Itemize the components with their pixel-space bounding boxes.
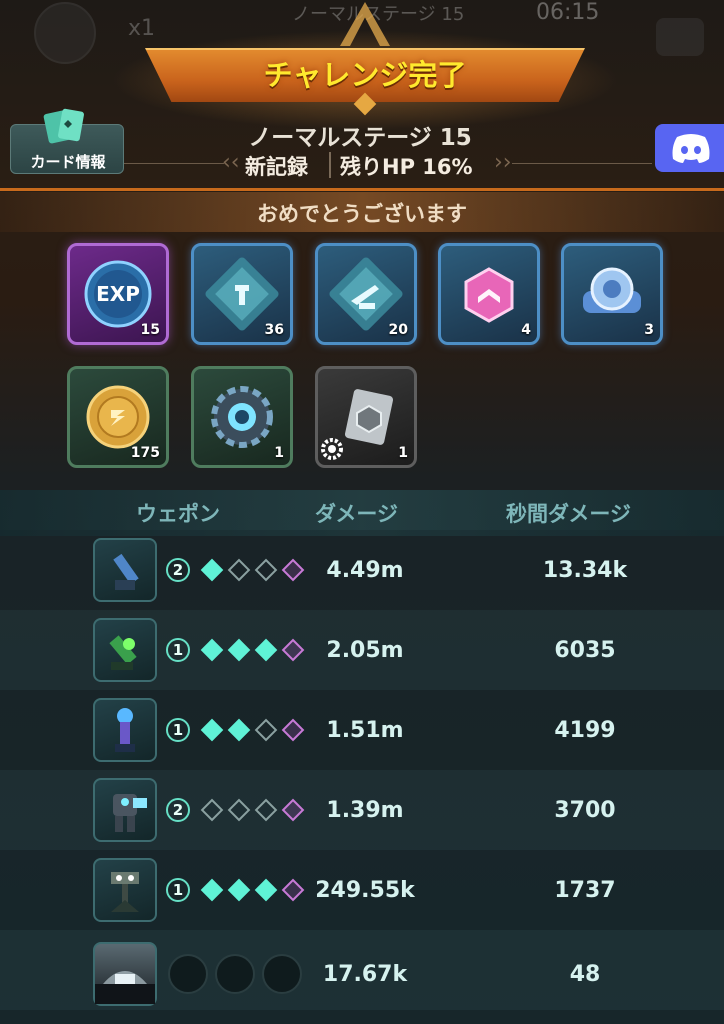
- header-dps: 秒間ダメージ: [506, 502, 631, 526]
- reward-count: 4: [521, 322, 531, 338]
- reward-scroll-core[interactable]: 3: [561, 243, 663, 345]
- hud-stage-label: ノーマルステージ 15: [292, 4, 465, 25]
- pink-chip-icon: [464, 267, 514, 323]
- reward-count: 1: [274, 445, 284, 461]
- gear-badge-icon: [321, 438, 343, 460]
- header-damage: ダメージ: [315, 502, 398, 526]
- dps-value: 13.34k: [542, 558, 628, 583]
- reward-count: 15: [140, 322, 160, 338]
- table-row[interactable]: 17.67k 48: [0, 930, 724, 1010]
- star-gem-icon: [227, 798, 251, 822]
- pause-button: [34, 2, 96, 64]
- header-weapon: ウェポン: [136, 502, 220, 526]
- reward-metal-plate[interactable]: 1: [315, 366, 417, 468]
- damage-value: 1.51m: [326, 718, 404, 743]
- separator: [329, 152, 331, 178]
- empty-slot: [168, 954, 208, 994]
- star-gem-icon: [254, 638, 278, 662]
- star-gem-icon: [200, 878, 224, 902]
- reward-gear-core[interactable]: 1: [191, 366, 293, 468]
- star-gem-icon: [227, 558, 251, 582]
- reward-count: 3: [644, 322, 654, 338]
- star-gem-icon: [227, 878, 251, 902]
- chevron-left-icon: ‹‹: [222, 150, 240, 175]
- weapon-tower-icon: [93, 858, 157, 922]
- cards-icon: [43, 108, 84, 144]
- weapon-laser-icon: [93, 618, 157, 682]
- damage-value: 1.39m: [326, 798, 404, 823]
- reward-blueprint-module[interactable]: 36: [191, 243, 293, 345]
- dps-value: 4199: [554, 718, 616, 743]
- dps-value: 6035: [554, 638, 616, 663]
- empty-slot: [262, 954, 302, 994]
- card-info-label: カード情報: [30, 153, 106, 171]
- damage-value: 2.05m: [326, 638, 404, 663]
- star-gem-icon: [200, 558, 224, 582]
- reward-count: 1: [398, 445, 408, 461]
- blueprint-turret-icon: [329, 257, 403, 331]
- gold-coin-icon: [86, 385, 150, 449]
- weapon-cannon-icon: [93, 538, 157, 602]
- exp-orb-icon: EXP: [84, 260, 152, 328]
- results-screen: x1 ノーマルステージ 15 06:15 チャレンジ完了 カード情報 ノーマルス…: [0, 0, 724, 1024]
- discord-icon: [672, 134, 710, 163]
- star-gem-icon: [227, 718, 251, 742]
- exp-label: EXP: [96, 282, 140, 306]
- stage-name: ノーマルステージ 15: [248, 125, 472, 151]
- table-row[interactable]: 1 2.05m 6035: [0, 610, 724, 690]
- hp-remaining: 残りHP 16%: [340, 155, 473, 179]
- page-title: チャレンジ完了: [263, 58, 467, 92]
- reward-count: 20: [388, 322, 408, 338]
- weapon-level: 1: [166, 638, 190, 662]
- weapon-mech-icon: [93, 778, 157, 842]
- reward-count: 36: [264, 322, 284, 338]
- reward-blueprint-turret[interactable]: 20: [315, 243, 417, 345]
- gear-core-icon: [211, 386, 273, 448]
- table-row[interactable]: 2 1.39m 3700: [0, 770, 724, 850]
- blueprint-module-icon: [205, 257, 279, 331]
- table-row[interactable]: 1 249.55k 1737: [0, 850, 724, 930]
- star-gem-icon: [200, 638, 224, 662]
- reward-gold-coin[interactable]: 175: [67, 366, 169, 468]
- weapon-level: 1: [166, 718, 190, 742]
- star-gem-icon: [227, 638, 251, 662]
- weapon-tesla-icon: [93, 698, 157, 762]
- scroll-core-icon: [583, 267, 641, 313]
- hud-card-icon: [656, 18, 704, 56]
- congrats-text: おめでとうございます: [257, 202, 467, 226]
- table-row[interactable]: 2 4.49m 13.34k: [0, 530, 724, 610]
- hud-timer: 06:15: [536, 0, 600, 25]
- star-gem-icon: [254, 798, 278, 822]
- star-gem-icon: [200, 718, 224, 742]
- dps-value: 48: [569, 962, 601, 987]
- weapon-level: 1: [166, 878, 190, 902]
- chevron-right-icon: ››: [494, 150, 512, 175]
- base-dome-icon: [93, 942, 157, 1006]
- damage-value: 4.49m: [326, 558, 404, 583]
- discord-button[interactable]: [655, 124, 724, 172]
- star-gem-icon: [254, 878, 278, 902]
- damage-value: 249.55k: [315, 878, 415, 903]
- orange-divider: [0, 188, 724, 191]
- divider-right: [512, 163, 652, 164]
- weapon-level: 2: [166, 558, 190, 582]
- table-row[interactable]: 1 1.51m 4199: [0, 690, 724, 770]
- divider-left: [124, 163, 224, 164]
- dps-value: 1737: [554, 878, 616, 903]
- reward-count: 175: [130, 445, 160, 461]
- star-gem-icon: [254, 558, 278, 582]
- reward-exp[interactable]: EXP 15: [67, 243, 169, 345]
- star-gem-icon: [254, 718, 278, 742]
- damage-value: 17.67k: [322, 962, 408, 987]
- new-record-label: 新記録: [245, 155, 308, 179]
- weapon-level: 2: [166, 798, 190, 822]
- empty-slot: [215, 954, 255, 994]
- star-gem-icon: [200, 798, 224, 822]
- reward-pink-chip[interactable]: 4: [438, 243, 540, 345]
- dps-value: 3700: [554, 798, 616, 823]
